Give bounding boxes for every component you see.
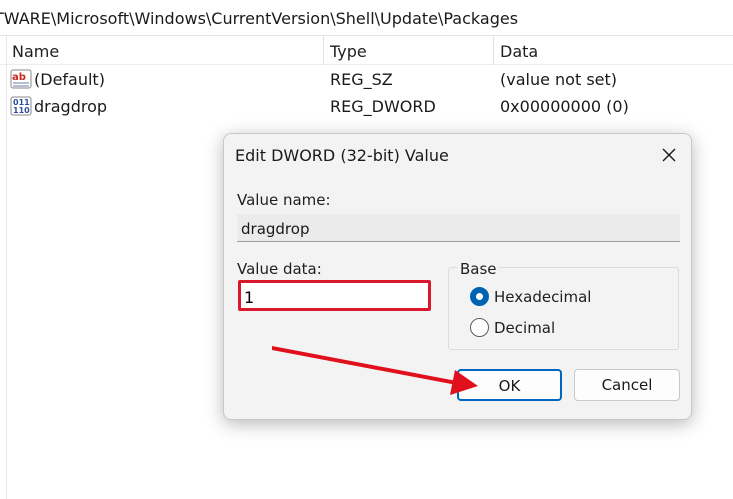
address-bar[interactable]: TWARE\Microsoft\Windows\CurrentVersion\S… <box>0 0 733 36</box>
decimal-radio[interactable] <box>470 318 489 337</box>
value-type: REG_DWORD <box>330 97 436 116</box>
value-name-field: dragdrop <box>237 214 680 242</box>
svg-text:110: 110 <box>13 106 30 115</box>
close-button[interactable] <box>654 142 684 168</box>
list-header: Name Type Data <box>0 36 733 65</box>
value-name-label: Value name: <box>237 191 331 209</box>
base-group-label: Base <box>458 260 499 278</box>
column-divider[interactable] <box>323 36 324 65</box>
ok-button[interactable]: OK <box>457 369 562 401</box>
value-name: (Default) <box>34 70 105 89</box>
decimal-label[interactable]: Decimal <box>494 319 555 337</box>
edit-dword-dialog: Edit DWORD (32-bit) Value Value name: dr… <box>223 133 692 420</box>
column-header-name[interactable]: Name <box>12 42 59 61</box>
hexadecimal-label[interactable]: Hexadecimal <box>494 288 591 306</box>
registry-value-row[interactable]: ab (Default) REG_SZ (value not set) <box>0 67 733 93</box>
value-data: 0x00000000 (0) <box>500 97 629 116</box>
registry-path[interactable]: TWARE\Microsoft\Windows\CurrentVersion\S… <box>0 9 518 28</box>
binary-value-icon: 011 110 <box>10 96 32 116</box>
base-group <box>448 267 679 350</box>
registry-value-row[interactable]: 011 110 dragdrop REG_DWORD 0x00000000 (0… <box>0 94 733 120</box>
value-name: dragdrop <box>34 97 108 116</box>
value-data: (value not set) <box>500 70 618 89</box>
value-data-input[interactable] <box>238 280 431 311</box>
close-icon <box>662 148 676 162</box>
column-header-type[interactable]: Type <box>330 42 367 61</box>
dialog-title: Edit DWORD (32-bit) Value <box>235 146 449 165</box>
hexadecimal-radio[interactable] <box>470 287 489 306</box>
value-type: REG_SZ <box>330 70 393 89</box>
column-header-data[interactable]: Data <box>500 42 538 61</box>
value-data-label: Value data: <box>237 260 322 278</box>
svg-text:ab: ab <box>12 72 26 83</box>
cancel-button[interactable]: Cancel <box>574 369 680 401</box>
column-divider[interactable] <box>493 36 494 65</box>
string-value-icon: ab <box>10 69 32 89</box>
